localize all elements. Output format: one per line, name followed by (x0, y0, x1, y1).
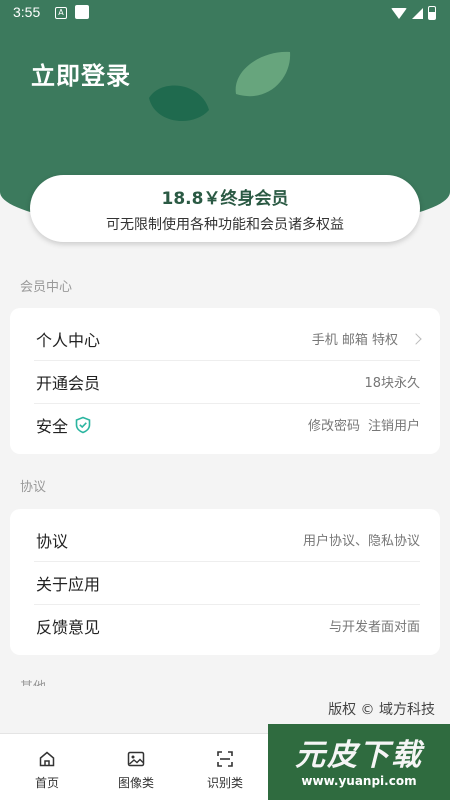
vip-price-title: 18.8￥终身会员 (161, 189, 289, 209)
tab-home[interactable]: 首页 (2, 734, 92, 800)
section-title-other-clip: 其他 (0, 676, 450, 686)
row-value: 18块永久 (364, 376, 420, 391)
chevron-right-icon (410, 332, 422, 345)
tab-label: 首页 (34, 776, 59, 790)
status-bar: 3:55 A (0, 0, 450, 26)
vip-subtitle: 可无限制使用各种功能和会员诸多权益 (106, 217, 344, 233)
row-about-app[interactable]: 关于应用 (10, 561, 440, 604)
row-value: 用户协议、隐私协议 (302, 534, 420, 549)
tab-image[interactable]: 图像类 (91, 734, 181, 800)
leaf-decoration-dark (149, 85, 209, 122)
login-button[interactable]: 立即登录 (31, 56, 131, 91)
copyright-text: 版权 © 域方科技 (328, 702, 435, 718)
tab-recognize[interactable]: 识别类 (180, 734, 270, 800)
signal-icon (412, 7, 423, 19)
wifi-icon (391, 7, 407, 19)
vip-card[interactable]: 18.8￥终身会员 可无限制使用各种功能和会员诸多权益 (30, 175, 420, 242)
tab-label: 图像类 (117, 776, 154, 790)
battery-icon (428, 6, 436, 20)
tab-label: 识别类 (206, 776, 243, 790)
row-label: 关于应用 (36, 574, 101, 594)
row-label: 安全 (36, 416, 69, 436)
row-label: 协议 (36, 531, 69, 551)
change-password-link[interactable]: 修改密码 (308, 415, 360, 434)
row-personal-center[interactable]: 个人中心 手机 邮箱 特权 (10, 317, 440, 360)
section-title-other: 其他 (20, 676, 46, 686)
agreement-group: 协议 用户协议、隐私协议 关于应用 反馈意见 与开发者面对面 (10, 509, 440, 655)
shield-check-icon (75, 416, 91, 433)
row-value: 与开发者面对面 (328, 620, 420, 635)
scan-icon (217, 751, 233, 767)
row-security: 安全 修改密码 注销用户 (10, 403, 440, 446)
watermark-title: 元皮下载 (295, 738, 423, 773)
row-label: 开通会员 (36, 373, 101, 393)
row-value: 手机 邮箱 特权 (311, 333, 398, 348)
watermark-url: www.yuanpi.com (301, 774, 417, 788)
cancel-account-link[interactable]: 注销用户 (368, 415, 420, 434)
notification-a-icon: A (55, 7, 67, 19)
member-group: 个人中心 手机 邮箱 特权 开通会员 18块永久 安全 修改密码 注销用户 (10, 308, 440, 454)
section-title-agreement: 协议 (20, 480, 47, 495)
row-label: 反馈意见 (36, 617, 101, 637)
leaf-decoration-light (235, 51, 291, 97)
row-label: 个人中心 (36, 330, 101, 350)
watermark-logo: 元皮下载 www.yuanpi.com (268, 724, 450, 800)
image-icon (127, 751, 145, 767)
notification-square-icon (75, 5, 89, 19)
status-time: 3:55 (13, 4, 41, 20)
home-icon (39, 751, 55, 767)
row-feedback[interactable]: 反馈意见 与开发者面对面 (10, 604, 440, 647)
row-open-vip[interactable]: 开通会员 18块永久 (10, 360, 440, 403)
row-agreement[interactable]: 协议 用户协议、隐私协议 (10, 518, 440, 561)
section-title-member: 会员中心 (20, 280, 73, 295)
